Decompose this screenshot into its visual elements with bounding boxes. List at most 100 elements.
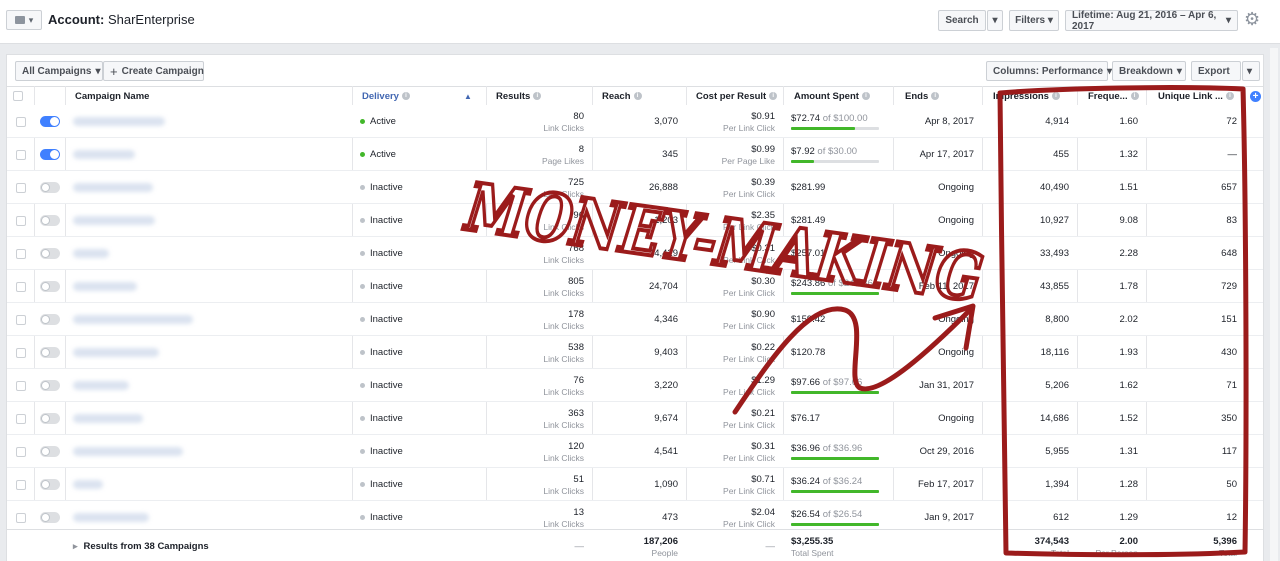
frequency-cell: 1.78 — [1119, 281, 1139, 292]
campaign-name-redacted[interactable] — [65, 402, 352, 435]
search-dropdown-button[interactable]: ▾ — [987, 10, 1003, 31]
campaign-toggle[interactable] — [34, 138, 65, 171]
row-checkbox[interactable] — [7, 204, 34, 237]
campaign-toggle[interactable] — [34, 336, 65, 369]
all-campaigns-dropdown[interactable]: All Campaigns ▾ — [15, 61, 103, 81]
campaign-name-redacted[interactable] — [65, 270, 352, 303]
row-checkbox[interactable] — [7, 435, 34, 468]
campaign-name-redacted[interactable] — [65, 336, 352, 369]
results-cell: 80 Link Clicks — [543, 110, 584, 133]
delivery-status: Inactive — [352, 204, 486, 237]
campaign-toggle[interactable] — [34, 105, 65, 138]
table-row[interactable]: Inactive 178 Link Clicks 4,346 $0.90 Per L… — [7, 303, 1263, 336]
campaign-name-redacted[interactable] — [65, 237, 352, 270]
filters-button[interactable]: Filters ▾ — [1009, 10, 1059, 31]
row-checkbox[interactable] — [7, 105, 34, 138]
campaign-toggle[interactable] — [34, 204, 65, 237]
campaign-toggle[interactable] — [34, 270, 65, 303]
campaign-toggle[interactable] — [34, 237, 65, 270]
frequency-cell: 1.32 — [1119, 149, 1139, 160]
campaign-toggle[interactable] — [34, 369, 65, 402]
campaign-name-redacted[interactable] — [65, 303, 352, 336]
amount-spent-cell: $7.92 of $30.00 — [783, 138, 893, 171]
status-dot — [360, 185, 365, 190]
account-switcher-button[interactable]: ▾ — [6, 10, 42, 30]
status-dot — [360, 119, 365, 124]
budget-progress-fill — [791, 391, 879, 394]
row-checkbox[interactable] — [7, 138, 34, 171]
summary-unique-link: 5,396 Total — [1213, 535, 1237, 558]
table-row[interactable]: Inactive 725 Link Clicks 26,888 $0.39 Per … — [7, 171, 1263, 204]
campaign-name-redacted[interactable] — [65, 171, 352, 204]
col-cost-per-result[interactable]: Cost per Result i — [690, 87, 790, 106]
vertical-scrollbar[interactable] — [1270, 48, 1278, 561]
row-checkbox[interactable] — [7, 402, 34, 435]
table-row[interactable]: Active 8 Page Likes 345 $0.99 Per Page Lik… — [7, 138, 1263, 171]
breakdown-dropdown[interactable]: Breakdown ▾ — [1112, 61, 1186, 81]
campaign-name-redacted[interactable] — [65, 501, 352, 529]
table-row[interactable]: Inactive 805 Link Clicks 24,704 $0.30 Per … — [7, 270, 1263, 303]
filters-label: Filters — [1015, 15, 1046, 26]
col-results[interactable]: Results i — [490, 87, 590, 106]
table-row[interactable]: Inactive 13 Link Clicks 473 $2.04 Per Link… — [7, 501, 1263, 529]
row-checkbox[interactable] — [7, 237, 34, 270]
campaign-toggle[interactable] — [34, 468, 65, 501]
campaign-name-redacted[interactable] — [65, 435, 352, 468]
delivery-status: Active — [352, 138, 486, 171]
campaign-name-redacted[interactable] — [65, 105, 352, 138]
col-impressions[interactable]: Impressions i — [987, 87, 1077, 106]
export-dropdown-button[interactable]: ▾ — [1242, 61, 1260, 81]
frequency-cell: 1.60 — [1119, 116, 1139, 127]
plus-circle-icon[interactable]: + — [1250, 91, 1261, 102]
table-row[interactable]: Active 80 Link Clicks 3,070 $0.91 Per Link… — [7, 105, 1263, 138]
col-delivery[interactable]: Delivery i ▲ — [356, 87, 486, 106]
delivery-status: Inactive — [352, 171, 486, 204]
ads-manager-icon — [14, 16, 25, 24]
unique-link-cell: 12 — [1226, 512, 1237, 523]
campaign-name-redacted[interactable] — [65, 204, 352, 237]
all-campaigns-label: All Campaigns — [22, 65, 92, 77]
campaign-toggle[interactable] — [34, 171, 65, 204]
info-icon: i — [633, 92, 642, 101]
table-row[interactable]: Inactive 363 Link Clicks 9,674 $0.21 Per L… — [7, 402, 1263, 435]
table-row[interactable]: Inactive 51 Link Clicks 1,090 $0.71 Per Li… — [7, 468, 1263, 501]
columns-dropdown[interactable]: Columns: Performance ▾ — [986, 61, 1112, 81]
unique-link-cell: 350 — [1221, 413, 1237, 424]
col-amount-spent[interactable]: Amount Spent i — [788, 87, 896, 106]
gear-icon[interactable]: ⚙ — [1244, 9, 1260, 30]
ends-cell: Ongoing — [938, 314, 974, 325]
campaign-toggle[interactable] — [34, 303, 65, 336]
campaign-toggle[interactable] — [34, 435, 65, 468]
col-reach[interactable]: Reach i — [596, 87, 686, 106]
campaign-name-redacted[interactable] — [65, 138, 352, 171]
table-row[interactable]: Inactive 768 Link Clicks 14,429 $0.31 Per … — [7, 237, 1263, 270]
row-checkbox[interactable] — [7, 303, 34, 336]
row-checkbox[interactable] — [7, 501, 34, 529]
search-button[interactable]: Search — [938, 10, 986, 31]
row-checkbox[interactable] — [7, 468, 34, 501]
campaign-toggle[interactable] — [34, 501, 65, 529]
create-campaign-button[interactable]: + Create Campaign — [103, 61, 204, 81]
results-cell: 363 Link Clicks — [543, 407, 584, 430]
summary-label[interactable]: ▸ Results from 38 Campaigns — [65, 530, 352, 561]
date-range-button[interactable]: Lifetime: Aug 21, 2016 – Apr 6, 2017 ▾ — [1065, 10, 1238, 32]
row-checkbox[interactable] — [7, 171, 34, 204]
campaign-name-redacted[interactable] — [65, 468, 352, 501]
table-row[interactable]: Inactive 76 Link Clicks 3,220 $1.29 Per Li… — [7, 369, 1263, 402]
row-checkbox[interactable] — [7, 369, 34, 402]
table-row[interactable]: Inactive 96 Link Clicks 1,203 $2.35 Per Li… — [7, 204, 1263, 237]
export-button[interactable]: Export — [1191, 61, 1241, 81]
row-checkbox[interactable] — [7, 336, 34, 369]
table-row[interactable]: Inactive 120 Link Clicks 4,541 $0.31 Per L… — [7, 435, 1263, 468]
account-name: SharEnterprise — [107, 12, 195, 27]
campaign-toggle[interactable] — [34, 402, 65, 435]
col-ends[interactable]: Ends i — [899, 87, 985, 106]
col-frequency[interactable]: Freque... i — [1082, 87, 1148, 106]
campaign-name-redacted[interactable] — [65, 369, 352, 402]
unique-link-cell: 71 — [1226, 380, 1237, 391]
col-impressions-label: Impressions — [993, 91, 1049, 102]
row-checkbox[interactable] — [7, 270, 34, 303]
col-campaign-name[interactable]: Campaign Name — [69, 87, 349, 106]
table-row[interactable]: Inactive 538 Link Clicks 9,403 $0.22 Per L… — [7, 336, 1263, 369]
col-unique-link[interactable]: Unique Link ... i — [1152, 87, 1244, 106]
